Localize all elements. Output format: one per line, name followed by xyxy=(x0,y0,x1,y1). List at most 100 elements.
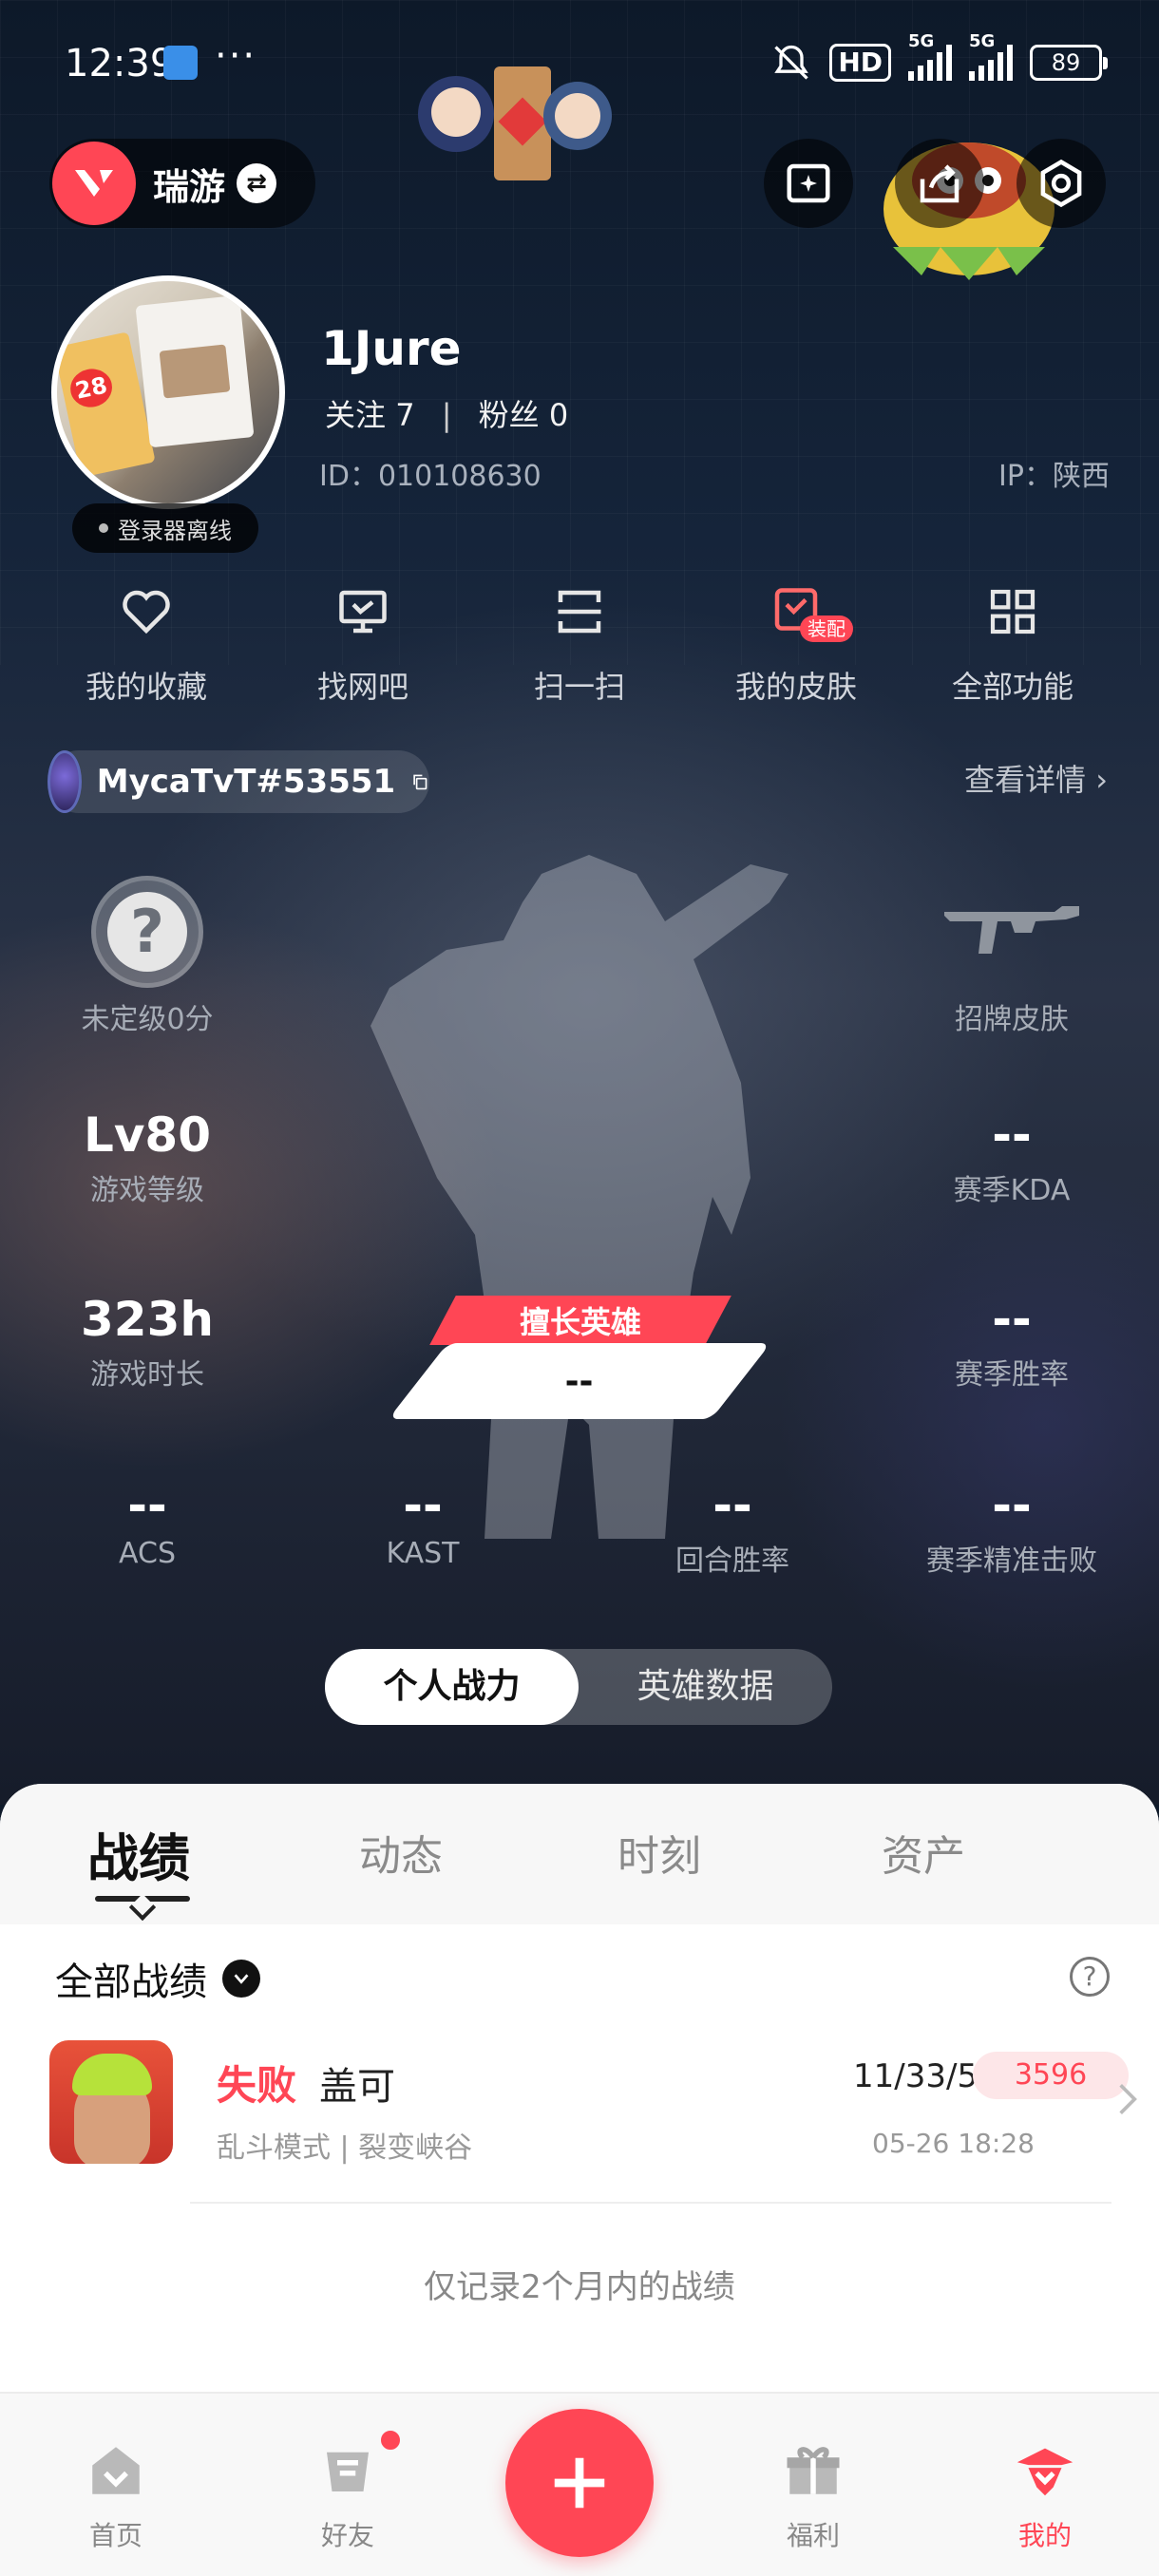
hours-stat: 323h 游戏时长 xyxy=(48,1292,247,1392)
gallery-button[interactable] xyxy=(764,139,853,228)
tab-moments[interactable]: 时刻 xyxy=(618,1822,701,1883)
round-winrate-value: -- xyxy=(712,1478,752,1533)
equip-badge: 装配 xyxy=(800,616,853,642)
precise-kill-label: 赛季精准击败 xyxy=(926,1544,1097,1578)
nav-label: 我的 xyxy=(1017,2520,1072,2551)
match-score: 3596 xyxy=(973,2052,1129,2099)
status-time: 12:39 xyxy=(65,42,175,85)
ip-location: IP：陕西 xyxy=(998,460,1110,493)
chevron-right-icon xyxy=(1119,2084,1137,2114)
signature-skin-stat: 招牌皮肤 xyxy=(912,992,1112,1037)
scan-icon xyxy=(558,590,601,634)
tab-assets[interactable]: 资产 xyxy=(882,1822,965,1883)
best-agent-box[interactable]: -- xyxy=(388,1343,771,1419)
avatar-image: 28 xyxy=(57,281,279,503)
network-type-2: 5G xyxy=(969,31,996,51)
feature-favorites[interactable]: 我的收藏 xyxy=(38,581,255,707)
profile-icon xyxy=(1016,2448,1074,2496)
gun-icon[interactable] xyxy=(940,899,1083,959)
feature-find-cafe[interactable]: 找网吧 xyxy=(255,581,471,707)
user-id: ID：010108630 xyxy=(319,460,542,493)
more-notifications-icon: ··· xyxy=(215,34,257,78)
monitor-icon xyxy=(339,590,387,634)
rank-icon[interactable]: ? xyxy=(91,876,203,988)
acs-value: -- xyxy=(127,1478,167,1533)
feature-all[interactable]: 全部功能 xyxy=(904,581,1121,707)
match-row[interactable]: 失败 盖可 乱斗模式 | 裂变峡谷 11/33/5 3596 05-26 18:… xyxy=(49,2040,1137,2192)
match-kda: 11/33/5 xyxy=(853,2057,978,2095)
winrate-label: 赛季胜率 xyxy=(955,1358,1069,1392)
following-link[interactable]: 关注 7 xyxy=(325,397,415,433)
nav-label: 好友 xyxy=(320,2520,374,2551)
settings-icon xyxy=(1040,159,1082,208)
chevron-right-icon: › xyxy=(1095,762,1108,798)
filter-label: 全部战绩 xyxy=(55,1960,207,2004)
stats-view-toggle: 个人战力 英雄数据 xyxy=(325,1649,832,1725)
network-type-1: 5G xyxy=(908,31,935,51)
swap-icon: ⇄ xyxy=(237,163,277,203)
nav-friends[interactable]: 好友 xyxy=(272,2437,424,2553)
feature-label: 扫一扫 xyxy=(533,669,625,705)
game-account-pill[interactable]: MycaTvT#53551 xyxy=(48,750,429,813)
valorant-logo-icon xyxy=(52,142,136,225)
tab-indicator xyxy=(95,1896,190,1902)
create-button[interactable] xyxy=(505,2409,654,2557)
tab-records[interactable]: 战绩 xyxy=(87,1816,190,1891)
settings-button[interactable] xyxy=(1016,139,1106,228)
winrate-stat: -- 赛季胜率 xyxy=(912,1292,1112,1392)
acs-label: ACS xyxy=(119,1537,176,1570)
nav-rewards[interactable]: 福利 xyxy=(737,2437,889,2553)
acs-stat: -- ACS xyxy=(48,1478,247,1570)
new-year-decoration-icon xyxy=(418,66,612,180)
fans-link[interactable]: 粉丝 0 xyxy=(479,397,569,433)
battery-icon: 89 xyxy=(1030,45,1108,81)
nav-label: 首页 xyxy=(88,2520,142,2551)
kast-value: -- xyxy=(403,1478,443,1533)
precise-kill-value: -- xyxy=(992,1478,1032,1533)
feature-my-skins[interactable]: 装配 我的皮肤 xyxy=(688,581,904,707)
see-detail-label: 查看详情 xyxy=(964,762,1087,798)
hd-voice-icon: HD xyxy=(829,44,891,82)
signature-skin-label: 招牌皮肤 xyxy=(955,1003,1069,1036)
toggle-agent-data[interactable]: 英雄数据 xyxy=(579,1649,832,1725)
app-name: 瑞游 xyxy=(153,165,226,208)
kast-label: KAST xyxy=(386,1537,460,1570)
copy-icon[interactable] xyxy=(410,763,429,801)
feature-label: 我的皮肤 xyxy=(734,669,857,705)
launcher-status-text: 登录器离线 xyxy=(118,517,232,544)
best-agent-title: 擅长英雄 xyxy=(519,1304,641,1340)
app-switcher[interactable]: 瑞游 ⇄ xyxy=(49,139,315,228)
precise-kill-stat: -- 赛季精准击败 xyxy=(898,1478,1126,1579)
round-winrate-stat: -- 回合胜率 xyxy=(633,1478,832,1579)
gallery-icon xyxy=(787,163,830,203)
match-mode: 乱斗模式 | 裂变峡谷 xyxy=(217,2131,473,2165)
game-avatar xyxy=(48,750,82,813)
launcher-status-badge: 登录器离线 xyxy=(72,503,258,553)
friends-notification-dot xyxy=(378,2428,403,2453)
follow-stats: 关注 7 | 粉丝 0 xyxy=(325,391,568,435)
records-filter[interactable]: 全部战绩 xyxy=(55,1951,260,2006)
kda-value: -- xyxy=(992,1108,1032,1163)
chevron-down-icon xyxy=(222,1960,260,1998)
rank-label: 未定级0分 xyxy=(81,1003,214,1036)
avatar[interactable]: 28 xyxy=(51,275,285,509)
nav-home[interactable]: 首页 xyxy=(40,2437,192,2553)
hours-label: 游戏时长 xyxy=(90,1358,204,1392)
match-agent: 盖可 xyxy=(319,2065,395,2109)
see-detail-link[interactable]: 查看详情 › xyxy=(964,756,1108,800)
share-icon xyxy=(920,164,960,203)
winrate-value: -- xyxy=(992,1292,1032,1347)
divider xyxy=(190,2202,1112,2204)
best-agent-tag: 擅长英雄 xyxy=(429,1296,732,1345)
feature-scan[interactable]: 扫一扫 xyxy=(471,581,688,707)
round-winrate-label: 回合胜率 xyxy=(675,1544,789,1578)
kast-stat: -- KAST xyxy=(323,1478,522,1570)
tab-activity[interactable]: 动态 xyxy=(359,1822,443,1883)
agent-silhouette xyxy=(370,855,788,1539)
nav-me[interactable]: 我的 xyxy=(969,2437,1121,2553)
records-note: 仅记录2个月内的战绩 xyxy=(424,2268,735,2306)
toggle-personal-power[interactable]: 个人战力 xyxy=(325,1649,579,1725)
share-button[interactable] xyxy=(895,139,984,228)
friends-icon xyxy=(327,2452,369,2491)
help-icon[interactable]: ? xyxy=(1070,1957,1110,1997)
